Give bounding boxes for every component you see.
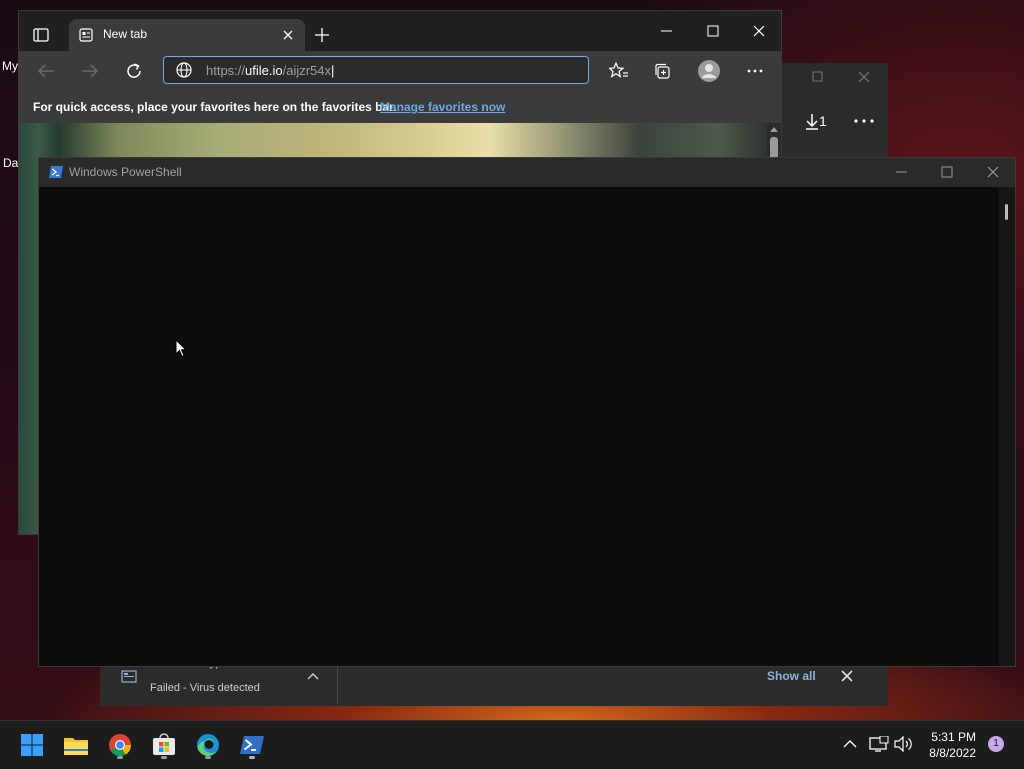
close-icon[interactable]	[858, 71, 870, 83]
url-scheme: https://	[206, 63, 246, 78]
favorites-button[interactable]	[609, 62, 629, 80]
close-button[interactable]	[737, 17, 781, 45]
show-all-button[interactable]: Show all	[767, 669, 816, 683]
taskbar-store[interactable]	[148, 729, 180, 761]
console-area[interactable]	[39, 187, 999, 666]
plus-icon	[315, 28, 329, 42]
chevron-up-icon	[843, 740, 857, 748]
url-host: ufile.io	[245, 63, 283, 78]
url-text[interactable]: https://ufile.io/aijzr54x|	[206, 63, 334, 78]
taskbar-chrome[interactable]	[104, 729, 136, 761]
maximize-icon[interactable]	[812, 71, 824, 83]
maximize-button[interactable]	[691, 17, 735, 45]
settings-more-button[interactable]	[747, 69, 763, 73]
favorites-hint: For quick access, place your favorites h…	[33, 100, 397, 114]
scroll-thumb[interactable]	[1005, 204, 1008, 220]
notification-badge[interactable]: 1	[988, 736, 1004, 752]
running-indicator	[205, 756, 211, 759]
start-icon	[21, 734, 43, 756]
running-indicator	[117, 756, 123, 759]
more-options-icon[interactable]	[854, 118, 874, 124]
tab-title: New tab	[103, 27, 148, 41]
desktop-icon-label[interactable]: My	[2, 59, 18, 73]
downloads-count: 1	[819, 113, 827, 129]
minimize-icon	[661, 30, 672, 32]
running-indicator	[161, 756, 167, 759]
close-tab-icon[interactable]	[283, 30, 293, 40]
powershell-icon	[48, 165, 64, 179]
show-hidden-icons-button[interactable]	[843, 739, 857, 749]
favorites-bar: For quick access, place your favorites h…	[19, 91, 781, 123]
maximize-icon	[941, 166, 953, 178]
file-icon	[121, 670, 137, 684]
minimize-button[interactable]	[645, 17, 689, 45]
forward-button[interactable]	[81, 63, 99, 79]
maximize-icon	[707, 25, 719, 37]
clock-time: 5:31 PM	[931, 730, 976, 744]
chevron-up-icon[interactable]	[307, 672, 319, 680]
desktop-icon-label[interactable]: Da	[3, 156, 18, 170]
close-button[interactable]	[971, 158, 1015, 186]
back-button[interactable]	[37, 63, 55, 79]
minimize-icon	[896, 171, 907, 173]
more-icon	[747, 69, 763, 73]
arrow-left-icon	[37, 64, 54, 78]
powershell-window[interactable]: Windows PowerShell	[38, 157, 1016, 667]
network-icon[interactable]	[869, 736, 889, 752]
clock-date: 8/8/2022	[929, 746, 976, 760]
volume-icon[interactable]	[894, 736, 914, 752]
url-path: /aijzr54x	[282, 63, 332, 78]
close-icon	[987, 166, 999, 178]
powershell-titlebar[interactable]: Windows PowerShell	[39, 158, 1015, 187]
mouse-cursor-icon	[175, 339, 187, 358]
tab-new-tab[interactable]: New tab	[69, 19, 305, 51]
file-explorer-icon	[64, 738, 88, 755]
refresh-button[interactable]	[125, 62, 143, 80]
start-button[interactable]	[16, 729, 48, 761]
console-scrollbar[interactable]	[999, 187, 1015, 666]
globe-icon	[176, 62, 192, 78]
close-shelf-icon[interactable]	[841, 670, 853, 682]
close-icon	[753, 25, 765, 37]
arrow-right-icon	[82, 64, 99, 78]
star-list-icon	[609, 62, 628, 78]
profile-button[interactable]	[697, 59, 721, 83]
running-indicator	[249, 756, 255, 759]
maximize-button[interactable]	[925, 158, 969, 186]
scroll-up-icon[interactable]	[770, 126, 778, 132]
collections-icon	[655, 63, 670, 79]
download-status: Failed - Virus detected	[150, 682, 260, 694]
refresh-icon	[127, 63, 141, 78]
taskbar: 5:31 PM 8/8/2022	[0, 720, 1024, 769]
window-title: Windows PowerShell	[69, 165, 182, 179]
avatar-icon	[698, 60, 720, 82]
taskbar-edge[interactable]	[192, 729, 224, 761]
minimize-button[interactable]	[880, 158, 924, 186]
tab-strip: New tab	[19, 11, 781, 51]
system-clock[interactable]: 5:31 PM 8/8/2022	[929, 729, 976, 761]
taskbar-file-explorer[interactable]	[60, 729, 92, 761]
navigation-toolbar: https://ufile.io/aijzr54x|	[19, 51, 781, 91]
collections-button[interactable]	[653, 62, 671, 80]
new-tab-button[interactable]	[315, 28, 329, 42]
new-tab-page-icon	[79, 28, 93, 42]
taskbar-powershell[interactable]	[236, 729, 268, 761]
manage-favorites-link[interactable]: Manage favorites now	[380, 100, 505, 114]
address-bar[interactable]: https://ufile.io/aijzr54x|	[163, 56, 589, 84]
tab-actions-icon[interactable]	[33, 27, 49, 43]
